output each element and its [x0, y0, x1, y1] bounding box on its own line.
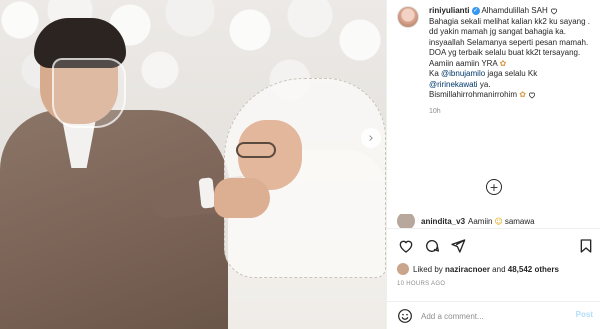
post-image[interactable]: › — [0, 0, 386, 329]
shirt-cuff — [198, 177, 216, 209]
avatar[interactable] — [397, 214, 415, 228]
share-icon[interactable] — [449, 237, 467, 255]
caption-line: ya. — [479, 79, 491, 89]
caption-line: dd yakin mamah jg sangat bahagia ka. ins… — [429, 27, 589, 47]
holding-hands — [214, 178, 270, 218]
pray-emoji-icon: ✿ — [519, 90, 526, 99]
caption-line: Alhamdulillah SAH — [481, 6, 548, 15]
grin-emoji-icon: ☺ — [494, 216, 503, 226]
caption-time[interactable]: 10h — [429, 107, 595, 118]
caption-username[interactable]: riniyulianti — [429, 6, 469, 15]
heart-icon[interactable] — [397, 237, 415, 255]
verified-icon: ✓ — [471, 6, 480, 15]
heart-outline-icon — [529, 92, 536, 99]
face-shield — [52, 58, 126, 128]
comment-text: samawa — [504, 216, 535, 226]
comment-icon[interactable] — [423, 237, 441, 255]
caption-line: Bismillahirrohmanirrohim — [429, 90, 518, 99]
smile-icon[interactable] — [397, 308, 413, 324]
bookmark-icon[interactable] — [577, 237, 595, 255]
caption-line: DOA yg terbaik selalu buat kk2t tersayan… — [429, 48, 581, 57]
pray-emoji-icon: ✿ — [499, 58, 507, 68]
caption-text: riniyulianti ✓ Alhamdulillah SAH Bahagia… — [429, 6, 595, 117]
mention-link[interactable]: @ibnujamilo — [441, 69, 485, 78]
add-comment-row: Post — [387, 301, 600, 329]
post-button[interactable]: Post — [576, 310, 593, 319]
mention-link[interactable]: @ririnekawati — [429, 80, 478, 89]
add-icon[interactable]: + — [486, 179, 502, 195]
action-icons — [397, 237, 593, 257]
post-side-panel: riniyulianti ✓ Alhamdulillah SAH Bahagia… — [386, 0, 600, 329]
post-timestamp[interactable]: 10 HOURS AGO — [397, 281, 445, 287]
caption-line: jaga selalu Kk — [487, 69, 538, 78]
avatar[interactable] — [397, 263, 409, 275]
likes-joiner: and — [492, 264, 506, 274]
avatar[interactable] — [397, 6, 419, 28]
likes-summary: Liked by naziracnoer and 48,542 others — [397, 263, 559, 275]
caption-line: Bahagia sekali melihat kalian kk2 ku say… — [429, 16, 590, 26]
comment-input[interactable] — [421, 309, 551, 323]
caption-line: Ka — [429, 69, 439, 78]
likes-count[interactable]: 48,542 others — [508, 265, 559, 274]
comment-text: Aamiin — [468, 216, 493, 226]
post-actions: Liked by naziracnoer and 48,542 others 1… — [387, 228, 600, 329]
groom-suit — [0, 110, 230, 329]
likes-prefix: Liked by — [413, 264, 443, 274]
comment-username[interactable]: anindita_v3 — [421, 217, 465, 226]
comment-row: anindita_v3 Aamiin ☺ samawa — [397, 214, 597, 228]
bride-glasses — [236, 142, 276, 158]
caption-line: Aamiin aamiin YRA — [429, 58, 498, 68]
likes-user[interactable]: naziracnoer — [445, 265, 490, 274]
heart-outline-icon — [550, 8, 558, 15]
next-arrow-icon[interactable]: › — [361, 128, 381, 148]
